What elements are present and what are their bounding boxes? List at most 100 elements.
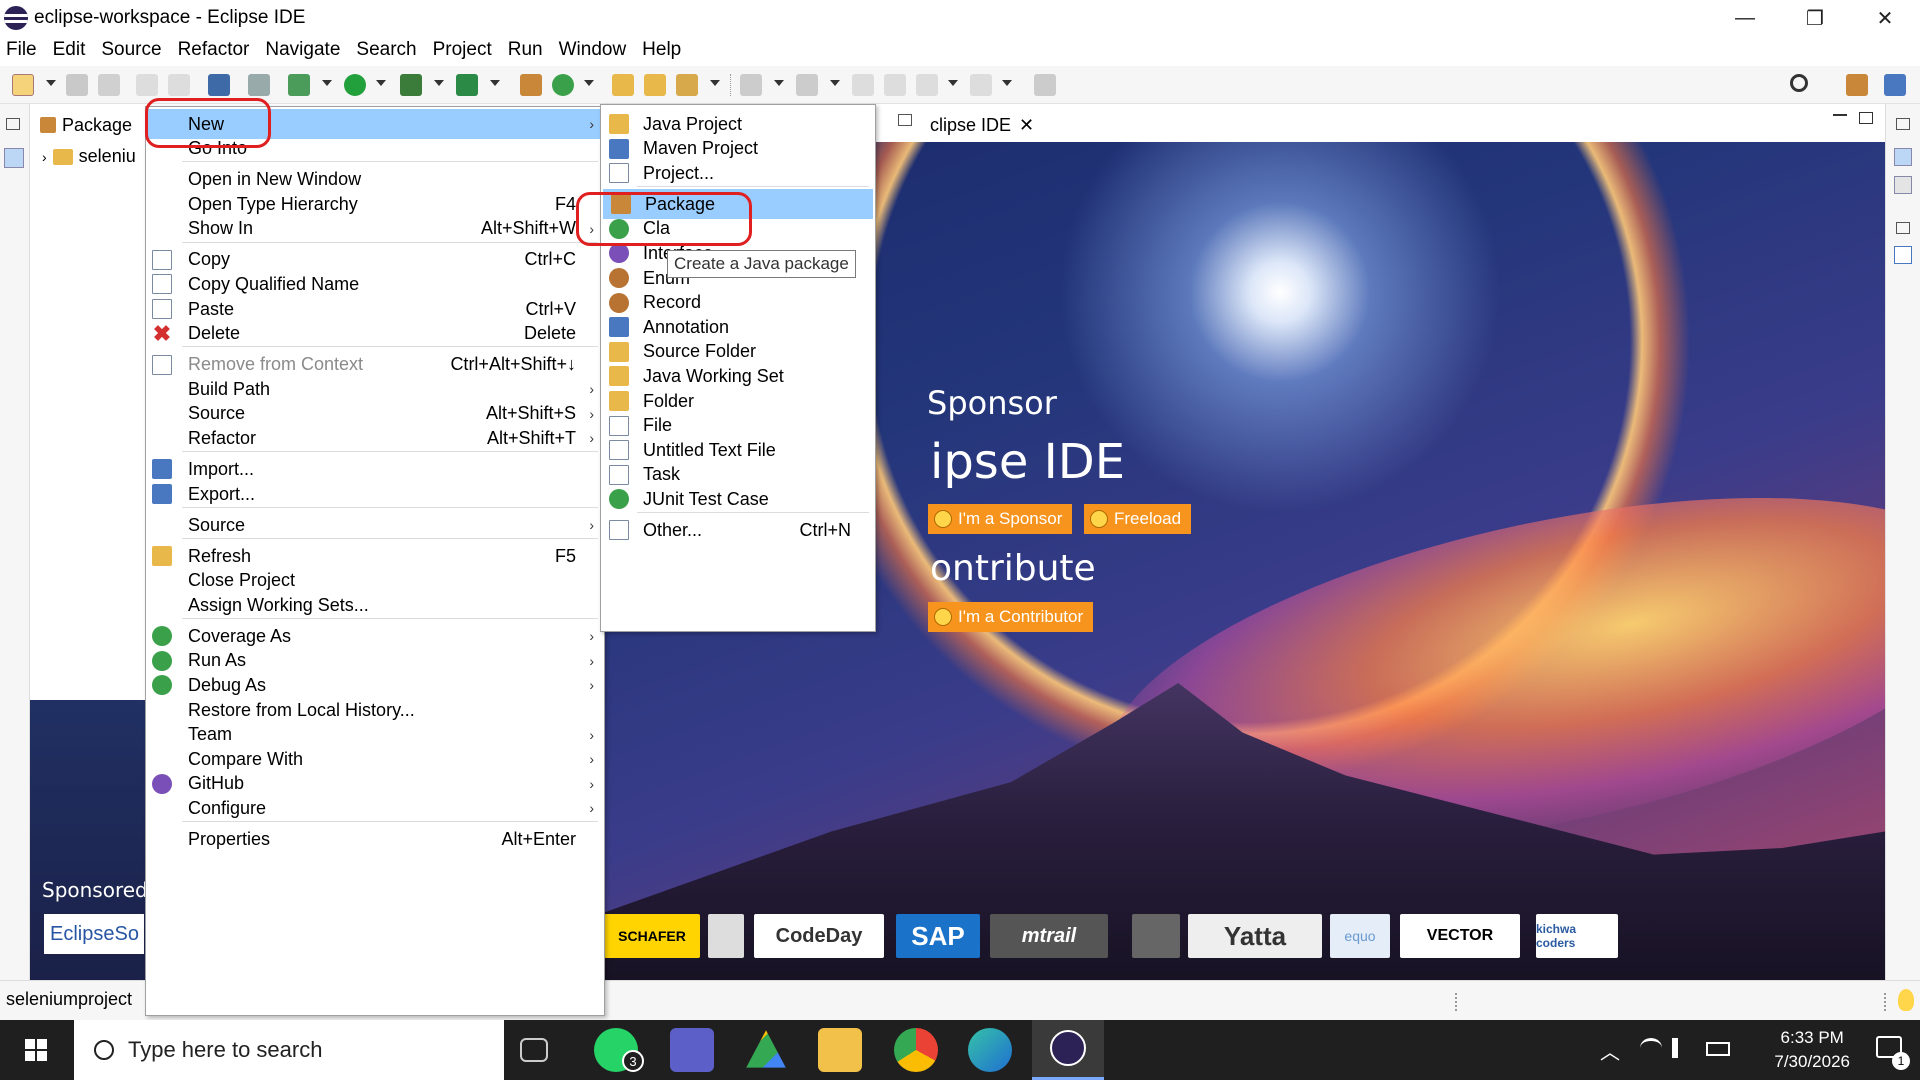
restore-button[interactable]: ❐ — [1780, 0, 1850, 36]
minimize-button[interactable]: — — [1710, 0, 1780, 36]
open-perspective-icon[interactable] — [1846, 74, 1868, 96]
menu-item-configure[interactable]: Configure › — [146, 793, 604, 823]
package-explorer-icon[interactable] — [4, 148, 24, 168]
google-drive-icon[interactable] — [746, 1030, 786, 1068]
terminal-icon[interactable] — [208, 74, 230, 96]
taskbar-clock[interactable]: 6:33 PM 7/30/2026 — [1774, 1026, 1850, 1074]
forward-icon[interactable] — [970, 74, 992, 96]
java-perspective-icon[interactable] — [1884, 74, 1906, 96]
im-a-contributor-button[interactable]: I'm a Contributor — [928, 602, 1094, 632]
start-button[interactable] — [0, 1020, 72, 1080]
tip-lightbulb-icon[interactable] — [1898, 989, 1914, 1011]
menu-search[interactable]: Search — [348, 39, 424, 61]
next-annotation-dropdown[interactable] — [774, 80, 784, 86]
expand-chevron-icon[interactable]: › — [42, 149, 47, 165]
teams-icon[interactable] — [670, 1028, 714, 1072]
sponsor-logo-image[interactable] — [708, 914, 744, 958]
new-class-icon[interactable] — [552, 74, 574, 96]
external-tools-icon[interactable] — [456, 74, 478, 96]
file-explorer-icon[interactable] — [818, 1028, 862, 1072]
search-tool-icon[interactable] — [676, 74, 698, 96]
menu-item-go-into[interactable]: Go Into — [146, 134, 604, 164]
menu-help[interactable]: Help — [634, 39, 689, 61]
sponsor-logo-yatta[interactable]: Yatta — [1188, 914, 1322, 958]
menu-refactor[interactable]: Refactor — [170, 39, 258, 61]
last-edit-icon[interactable] — [852, 74, 874, 96]
run-icon[interactable] — [344, 74, 366, 96]
open-type-icon[interactable] — [612, 74, 634, 96]
sponsor-logo-vector[interactable]: VECTOR — [1400, 914, 1520, 958]
task-list-icon[interactable] — [1894, 176, 1912, 194]
maximize-editor-icon[interactable] — [1859, 112, 1873, 124]
menu-window[interactable]: Window — [551, 39, 635, 61]
freeload-button[interactable]: Freeload — [1084, 504, 1192, 534]
debug-icon[interactable] — [288, 74, 310, 96]
back-dropdown-arrow[interactable] — [948, 80, 958, 86]
menu-project[interactable]: Project — [425, 39, 500, 61]
menu-navigate[interactable]: Navigate — [257, 39, 348, 61]
sponsor-logo-eclipse[interactable]: EclipseSo — [44, 914, 144, 954]
menu-item-delete[interactable]: ✖ Delete Delete — [146, 319, 604, 349]
coverage-icon[interactable] — [400, 74, 422, 96]
task-view-icon[interactable] — [520, 1038, 548, 1062]
welcome-editor-tab[interactable]: clipse IDE ✕ — [930, 110, 1043, 140]
pin-editor-icon[interactable] — [1034, 74, 1056, 96]
debug-dropdown-arrow[interactable] — [322, 80, 332, 86]
next-annotation-icon[interactable] — [740, 74, 762, 96]
menu-item-project[interactable]: Project... — [601, 158, 875, 188]
back-icon[interactable] — [916, 74, 938, 96]
sponsor-logo-kichwa[interactable]: kichwa coders — [1536, 914, 1618, 958]
sponsor-logo-schafer[interactable]: SCHAFER — [604, 914, 700, 958]
sponsor-logo-small[interactable] — [1132, 914, 1180, 958]
previous-annotation-icon[interactable] — [796, 74, 818, 96]
save-icon[interactable] — [66, 74, 88, 96]
forward-dropdown-arrow[interactable] — [1002, 80, 1012, 86]
show-hidden-icons-chevron[interactable]: ︿ — [1600, 1036, 1620, 1065]
new-package-icon[interactable] — [520, 74, 542, 96]
menu-item-junit-test-case[interactable]: JUnit Test Case — [601, 484, 875, 514]
im-a-sponsor-button[interactable]: I'm a Sponsor — [928, 504, 1073, 534]
close-button[interactable]: ✕ — [1850, 0, 1920, 36]
package-explorer-tab[interactable]: Package — [40, 110, 132, 140]
run-dropdown-arrow[interactable] — [376, 80, 386, 86]
battery-icon[interactable] — [1706, 1042, 1730, 1056]
console-view-icon[interactable] — [1894, 246, 1912, 264]
coverage-dropdown-arrow[interactable] — [434, 80, 444, 86]
menu-run[interactable]: Run — [500, 39, 551, 61]
undo-icon[interactable] — [136, 74, 158, 96]
menu-item-other[interactable]: Other... Ctrl+N — [601, 515, 875, 545]
new-class-dropdown-arrow[interactable] — [584, 80, 594, 86]
tree-item-project[interactable]: › seleniu — [42, 146, 136, 167]
editor-tab-close-icon[interactable]: ✕ — [1019, 115, 1034, 136]
save-all-icon[interactable] — [98, 74, 120, 96]
menu-file[interactable]: File — [0, 39, 45, 61]
menu-item-source[interactable]: Source › — [146, 510, 604, 540]
minimize-editor-icon[interactable] — [1833, 114, 1847, 116]
menu-item-export[interactable]: Export... — [146, 479, 604, 509]
menu-item-show-in[interactable]: Show In Alt+Shift+W › — [146, 214, 604, 244]
wifi-icon[interactable] — [1640, 1038, 1662, 1058]
eclipse-taskbar-button[interactable] — [1032, 1020, 1104, 1080]
open-task-icon[interactable] — [644, 74, 666, 96]
external-tools-dropdown-arrow[interactable] — [490, 80, 500, 86]
edge-icon[interactable] — [968, 1028, 1012, 1072]
new-wizard-icon[interactable] — [12, 74, 34, 96]
restore-right-view-icon[interactable] — [1896, 118, 1910, 130]
restore-panel-icon[interactable] — [898, 114, 912, 126]
sponsor-logo-codeday[interactable]: CodeDay — [754, 914, 884, 958]
taskbar-search-box[interactable]: Type here to search — [74, 1020, 504, 1080]
outline-view-icon[interactable] — [1894, 148, 1912, 166]
menu-source[interactable]: Source — [93, 39, 169, 61]
menu-item-assign-working-sets[interactable]: Assign Working Sets... — [146, 590, 604, 620]
menu-item-refactor[interactable]: Refactor Alt+Shift+T › — [146, 423, 604, 453]
previous-annotation-dropdown[interactable] — [830, 80, 840, 86]
restore-view-icon[interactable] — [6, 118, 20, 130]
redo-icon[interactable] — [168, 74, 190, 96]
search-icon[interactable] — [1790, 74, 1808, 92]
skip-breakpoints-icon[interactable] — [248, 74, 270, 96]
restore-bottom-view-icon[interactable] — [1896, 222, 1910, 234]
sponsor-logo-sap[interactable]: SAP — [896, 914, 980, 958]
volume-icon[interactable] — [1672, 1038, 1690, 1058]
sponsor-logo-equo[interactable]: equo — [1330, 914, 1390, 958]
chrome-icon[interactable] — [894, 1028, 938, 1072]
